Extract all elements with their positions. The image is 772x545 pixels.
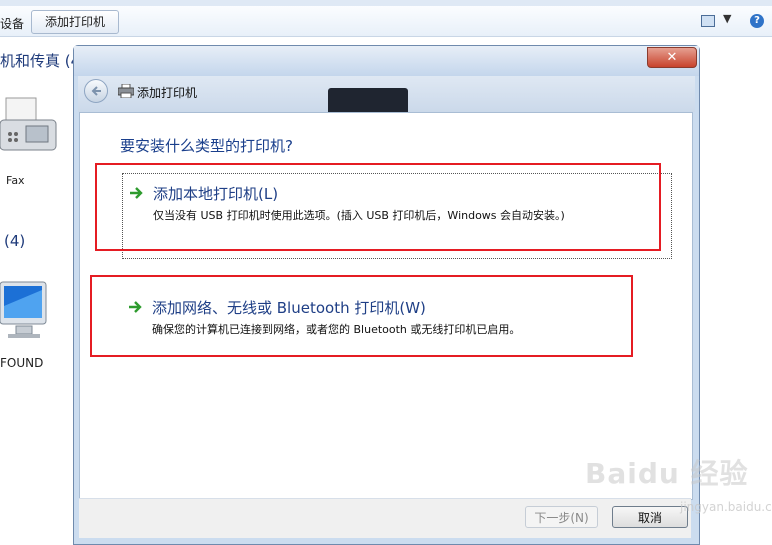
computer-icon[interactable]	[0, 276, 52, 348]
dialog-footer: 下一步(N) 取消	[79, 498, 691, 538]
highlight-box-network-option	[90, 275, 633, 357]
computer-device-label: FOUND	[0, 356, 44, 370]
printer-icon	[118, 84, 134, 98]
help-icon[interactable]: ?	[750, 14, 764, 28]
header-printer-art	[328, 88, 408, 114]
chevron-down-icon[interactable]: ▼	[723, 12, 731, 25]
background-toolbar: 设备 添加打印机 ▼ ?	[0, 6, 772, 37]
baidu-watermark: Baidu 经验	[585, 457, 749, 490]
view-options-icon[interactable]	[701, 15, 715, 27]
watermark-subtext: jingyan.baidu.com	[680, 500, 772, 514]
dialog-titlebar[interactable]: ✕	[74, 46, 699, 76]
printers-section-header: 机和传真 (4	[0, 52, 81, 70]
cancel-button[interactable]: 取消	[612, 506, 688, 528]
fax-icon[interactable]	[0, 92, 60, 170]
devices-section-header: (4)	[4, 232, 26, 250]
dialog-title: 添加打印机	[137, 86, 198, 100]
devices-toolbar-button[interactable]: 设备	[0, 15, 24, 32]
add-printer-toolbar-button[interactable]: 添加打印机	[31, 10, 119, 34]
next-button[interactable]: 下一步(N)	[525, 506, 598, 528]
dialog-header: 添加打印机	[78, 76, 695, 114]
back-button[interactable]	[84, 79, 108, 103]
close-button[interactable]: ✕	[647, 47, 697, 68]
fax-device-label: Fax	[6, 174, 25, 187]
arrow-left-icon	[91, 86, 101, 96]
printer-type-question: 要安装什么类型的打印机?	[120, 137, 293, 155]
highlight-box-local-option	[95, 163, 661, 251]
